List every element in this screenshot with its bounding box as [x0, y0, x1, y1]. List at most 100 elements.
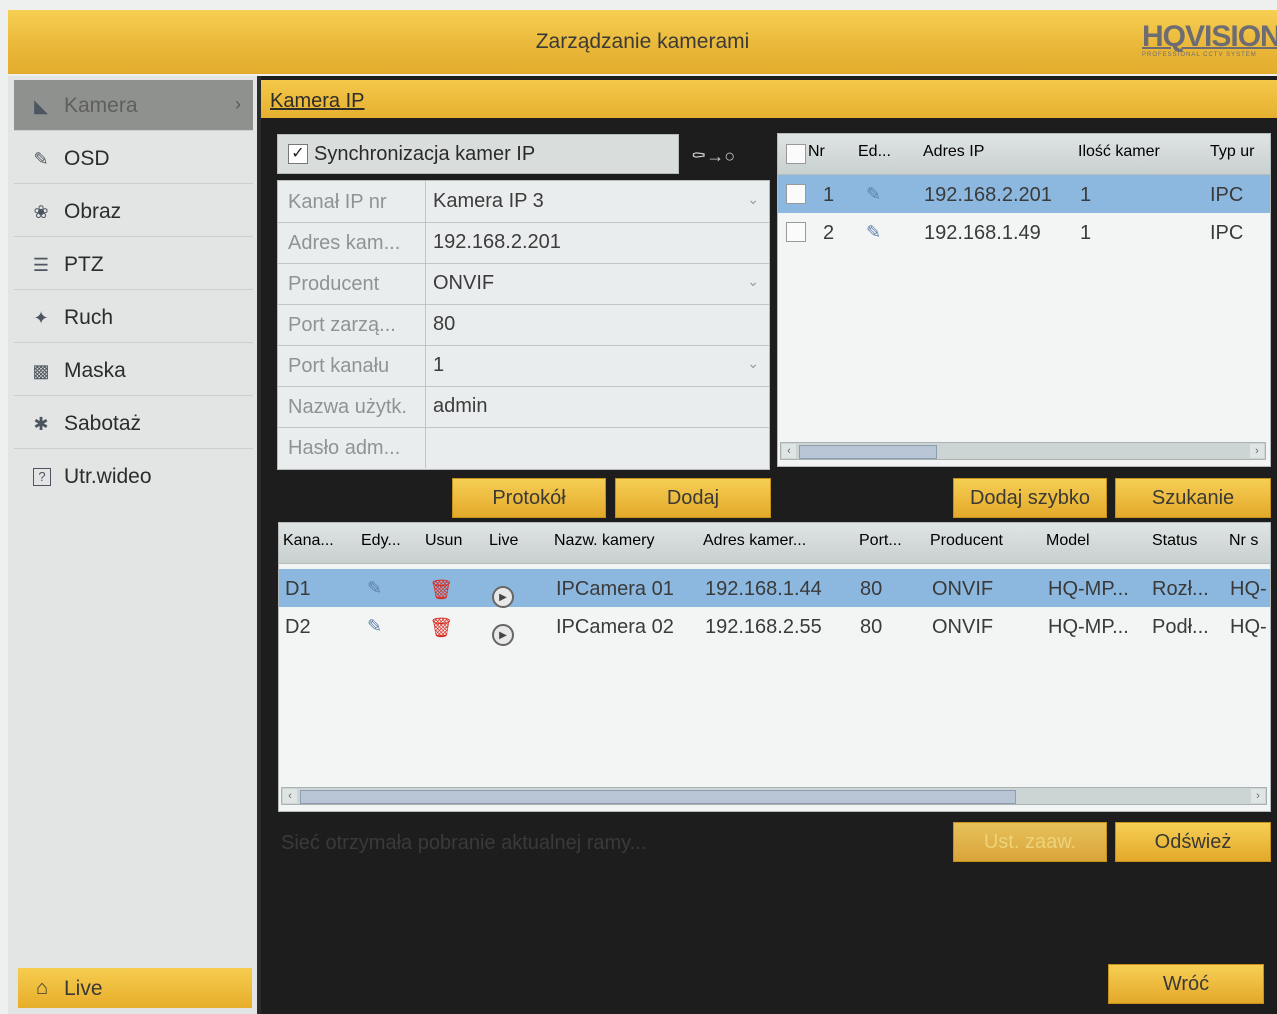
logo-subtitle: PROFESSIONAL CCTV SYSTEM: [1142, 52, 1257, 58]
table-header: Nr Ed... Adres IP Ilość kamer Typ ur: [778, 134, 1270, 175]
col-header[interactable]: Ed...: [858, 143, 891, 161]
form-row-channel[interactable]: Kanał IP nr Kamera IP 3 ⌄: [278, 181, 769, 223]
scroll-left-icon[interactable]: ‹: [283, 789, 297, 803]
edit-icon[interactable]: ✎: [866, 222, 881, 243]
col-header[interactable]: Typ ur: [1210, 143, 1254, 161]
image-icon: ❀: [33, 202, 49, 222]
col-header[interactable]: Ilość kamer: [1078, 143, 1160, 161]
live-button-label: Live: [64, 977, 103, 1000]
col-header[interactable]: Nr: [808, 143, 825, 161]
form-label: Port kanału: [288, 355, 390, 377]
row-checkbox[interactable]: [786, 184, 806, 204]
delete-icon[interactable]: 🗑: [429, 578, 453, 602]
live-button[interactable]: ⌂ Live: [18, 968, 252, 1008]
form-row-producer[interactable]: Producent ONVIF ⌄: [278, 263, 769, 305]
form-row-password[interactable]: Hasło adm...: [278, 427, 769, 468]
sidebar-item-maska[interactable]: ▩ Maska: [14, 345, 253, 396]
mgmt-port-input[interactable]: 80: [433, 313, 455, 336]
col-header[interactable]: Edy...: [361, 532, 401, 550]
sidebar-item-obraz[interactable]: ❀ Obraz: [14, 186, 253, 237]
cell-nr: 1: [823, 184, 835, 206]
sidebar-item-kamera[interactable]: ◣ Kamera ›: [14, 80, 253, 131]
table-row[interactable]: 1 ✎ 192.168.2.201 1 IPC: [778, 175, 1270, 213]
row-checkbox[interactable]: [786, 222, 806, 242]
producer-select[interactable]: ONVIF: [433, 272, 494, 295]
chevron-down-icon[interactable]: ⌄: [747, 273, 759, 290]
table-row[interactable]: D1 ✎ 🗑 ▶ IPCamera 01 192.168.1.44 80 ONV…: [279, 569, 1270, 608]
main-panel: Kamera IP ✓ Synchronizacja kamer IP ⚰→○ …: [261, 76, 1277, 1014]
col-header[interactable]: Adres IP: [923, 143, 984, 161]
col-header[interactable]: Kana...: [283, 532, 334, 550]
sidebar-item-ruch[interactable]: ✦ Ruch: [14, 292, 253, 343]
window-title: Zarządzanie kamerami: [535, 30, 750, 53]
add-button[interactable]: Dodaj: [615, 478, 771, 518]
delete-icon[interactable]: 🗑: [429, 616, 453, 640]
form-row-channel-port[interactable]: Port kanału 1 ⌄: [278, 345, 769, 387]
horizontal-scrollbar[interactable]: ‹ ›: [281, 787, 1267, 805]
edit-icon[interactable]: ✎: [866, 184, 881, 205]
select-all-checkbox[interactable]: [786, 144, 806, 164]
table-row[interactable]: 2 ✎ 192.168.1.49 1 IPC: [778, 213, 1270, 251]
sidebar-item-utr-wideo[interactable]: ? Utr.wideo: [14, 451, 253, 501]
mask-icon: ▩: [32, 361, 50, 381]
form-row-mgmt-port[interactable]: Port zarzą... 80: [278, 304, 769, 346]
col-header[interactable]: Usun: [425, 532, 462, 550]
cell-type: IPC: [1210, 184, 1244, 206]
sidebar-item-sabotaz[interactable]: ✱ Sabotaż: [14, 398, 253, 449]
sidebar-item-label: Sabotaż: [64, 412, 142, 435]
channel-port-select[interactable]: 1: [433, 354, 444, 377]
channel-select[interactable]: Kamera IP 3: [433, 190, 544, 213]
col-header[interactable]: Port...: [859, 532, 902, 550]
tab-kamera-ip[interactable]: Kamera IP: [270, 90, 364, 113]
cell-producer: ONVIF: [932, 616, 994, 638]
col-header[interactable]: Adres kamer...: [703, 532, 806, 550]
ip-device-table: Nr Ed... Adres IP Ilość kamer Typ ur 1 ✎…: [777, 133, 1271, 467]
home-icon: ⌂: [36, 977, 49, 999]
edit-icon[interactable]: ✎: [367, 578, 382, 599]
horizontal-scrollbar[interactable]: ‹ ›: [780, 442, 1266, 460]
sidebar-item-label: Ruch: [64, 306, 114, 329]
brand-logo: HQVISION PROFESSIONAL CCTV SYSTEM: [1142, 20, 1277, 66]
cell-count: 1: [1080, 222, 1092, 244]
back-button[interactable]: Wróć: [1108, 964, 1264, 1004]
sidebar-item-osd[interactable]: ✎ OSD: [14, 133, 253, 184]
col-header[interactable]: Model: [1046, 532, 1090, 550]
col-header[interactable]: Nr s: [1229, 532, 1258, 550]
protocol-button[interactable]: Protokół: [452, 478, 606, 518]
sync-checkbox-row[interactable]: ✓ Synchronizacja kamer IP: [277, 134, 679, 174]
sidebar-item-label: Maska: [64, 359, 126, 382]
col-header[interactable]: Live: [489, 532, 518, 550]
scroll-right-icon[interactable]: ›: [1250, 444, 1264, 458]
col-header[interactable]: Status: [1152, 532, 1197, 550]
form-row-address[interactable]: Adres kam... 192.168.2.201: [278, 222, 769, 264]
username-input[interactable]: admin: [433, 395, 487, 418]
refresh-button[interactable]: Odśwież: [1115, 822, 1271, 862]
cell-model: HQ-MP...: [1048, 616, 1129, 638]
cell-status: Podł...: [1152, 616, 1209, 638]
chevron-down-icon[interactable]: ⌄: [747, 355, 759, 372]
quick-add-button[interactable]: Dodaj szybko: [953, 478, 1107, 518]
col-header[interactable]: Nazw. kamery: [554, 532, 654, 550]
cell-type: IPC: [1210, 222, 1244, 244]
chevron-down-icon[interactable]: ⌄: [747, 191, 759, 208]
status-note: Sieć otrzymała pobranie aktualnej ramy..…: [281, 832, 647, 854]
address-input[interactable]: 192.168.2.201: [433, 231, 561, 254]
scrollbar-thumb[interactable]: [300, 790, 1016, 804]
link-status-icon: ⚰→○: [691, 146, 736, 166]
edit-icon[interactable]: ✎: [367, 616, 382, 637]
cell-channel: D1: [285, 578, 311, 600]
form-row-username[interactable]: Nazwa użytk. admin: [278, 386, 769, 428]
cell-port: 80: [860, 578, 883, 600]
table-row[interactable]: D2 ✎ 🗑 ▶ IPCamera 02 192.168.2.55 80 ONV…: [279, 607, 1270, 646]
advanced-settings-button[interactable]: Ust. zaaw.: [953, 822, 1107, 862]
scroll-left-icon[interactable]: ‹: [782, 444, 796, 458]
sidebar-item-ptz[interactable]: ☰ PTZ: [14, 239, 253, 290]
search-button[interactable]: Szukanie: [1115, 478, 1271, 518]
cell-status: Rozł...: [1152, 578, 1209, 600]
osd-icon: ✎: [33, 149, 49, 169]
scroll-right-icon[interactable]: ›: [1251, 789, 1265, 803]
cell-port: 80: [860, 616, 883, 638]
col-header[interactable]: Producent: [930, 532, 1003, 550]
sync-checkbox[interactable]: ✓: [288, 144, 308, 164]
scrollbar-thumb[interactable]: [799, 445, 937, 459]
